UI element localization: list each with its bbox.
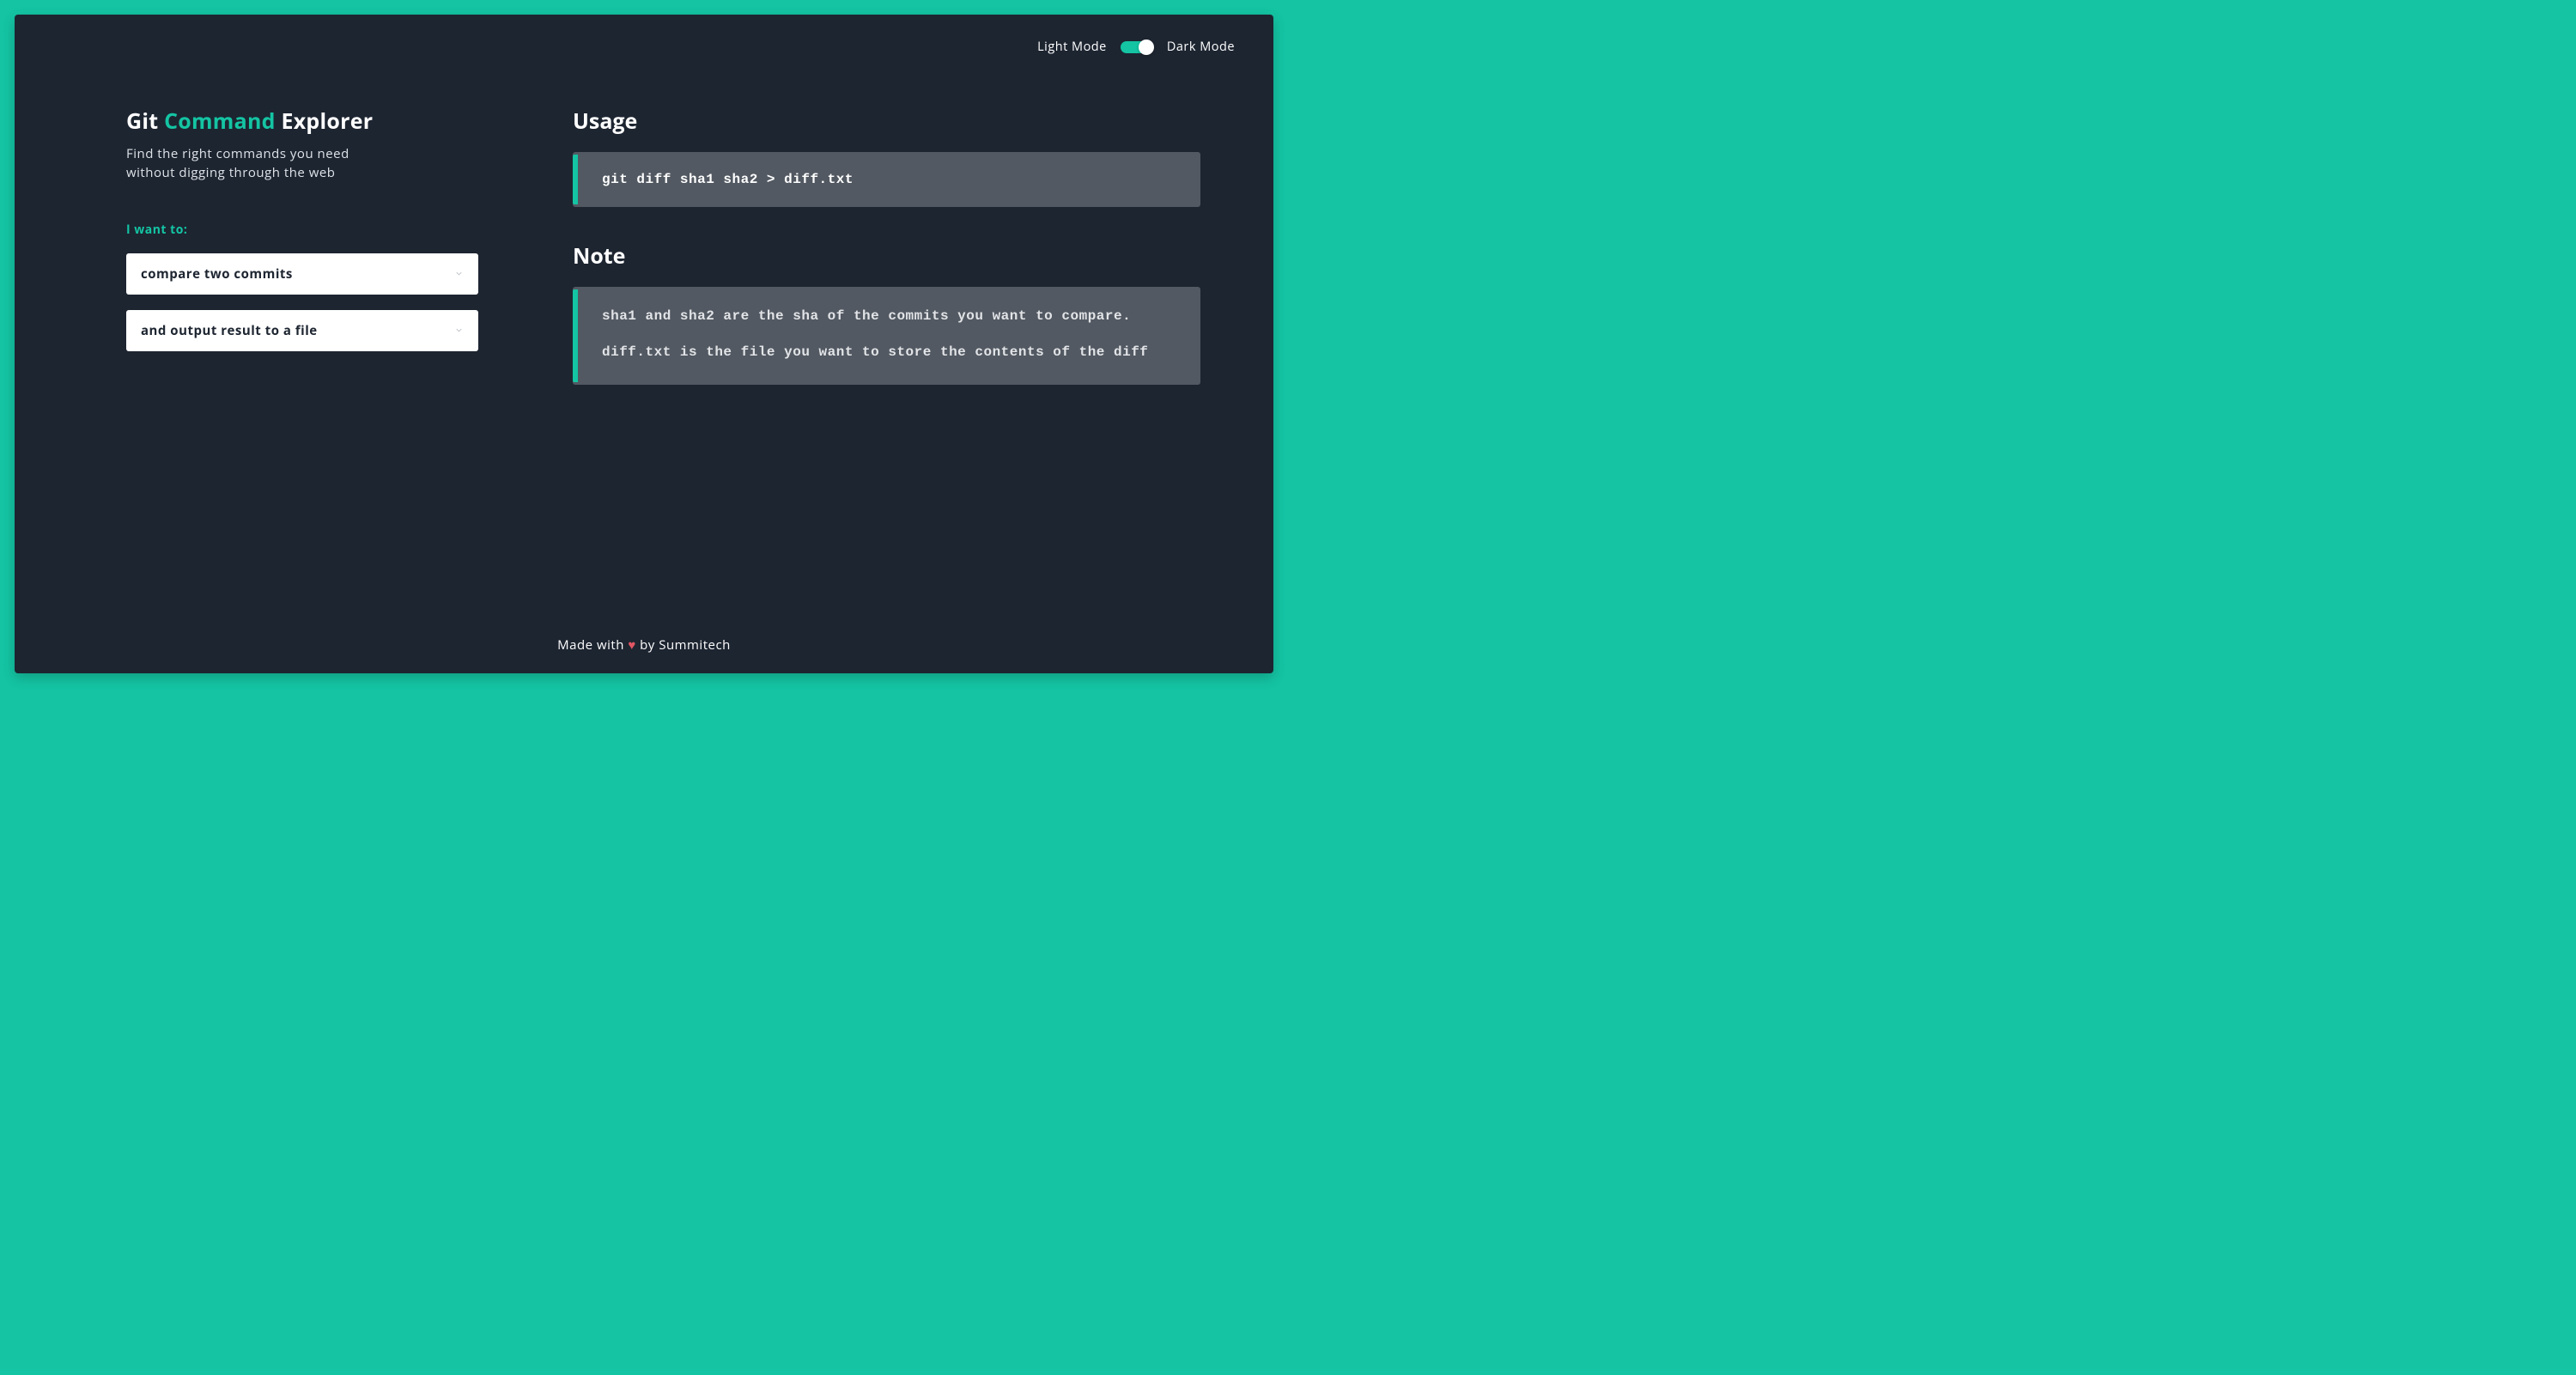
chevron-down-icon (454, 325, 464, 335)
theme-toggle-row: Light Mode Dark Mode (15, 15, 1273, 55)
footer-suffix: by Summitech (640, 636, 731, 654)
footer-prefix: Made with (557, 636, 624, 654)
dropdown-detail[interactable]: and output result to a file (126, 310, 478, 351)
title-part-3: Explorer (281, 106, 373, 136)
accent-bar (573, 289, 578, 382)
toggle-knob (1139, 40, 1154, 55)
usage-heading: Usage (573, 106, 1200, 136)
note-heading: Note (573, 241, 1200, 271)
usage-code-block: git diff sha1 sha2 > diff.txt (573, 152, 1200, 207)
accent-bar (573, 155, 578, 204)
chevron-down-icon (454, 269, 464, 278)
dropdown-action-value: compare two commits (141, 265, 293, 283)
title-part-1: Git (126, 106, 158, 136)
dropdown-action[interactable]: compare two commits (126, 253, 478, 295)
prompt-label: I want to: (126, 222, 478, 238)
theme-toggle-switch[interactable] (1121, 41, 1153, 53)
app-container: Light Mode Dark Mode Git Command Explore… (15, 15, 1273, 673)
light-mode-label: Light Mode (1037, 39, 1107, 55)
main-content: Git Command Explorer Find the right comm… (15, 55, 1273, 636)
right-panel: Usage git diff sha1 sha2 > diff.txt Note… (573, 106, 1200, 636)
note-line-2: diff.txt is the file you want to store t… (602, 343, 1171, 362)
heart-icon: ♥ (628, 636, 635, 654)
left-panel: Git Command Explorer Find the right comm… (126, 106, 478, 636)
note-line-1: sha1 and sha2 are the sha of the commits… (602, 307, 1171, 325)
app-title: Git Command Explorer (126, 106, 478, 136)
title-highlight: Command (164, 106, 276, 136)
usage-code-text: git diff sha1 sha2 > diff.txt (602, 172, 1171, 187)
dark-mode-label: Dark Mode (1167, 39, 1235, 55)
dropdown-detail-value: and output result to a file (141, 322, 318, 339)
app-subtitle: Find the right commands you need without… (126, 145, 349, 183)
footer: Made with ♥ by Summitech (15, 636, 1273, 673)
note-block: sha1 and sha2 are the sha of the commits… (573, 287, 1200, 385)
